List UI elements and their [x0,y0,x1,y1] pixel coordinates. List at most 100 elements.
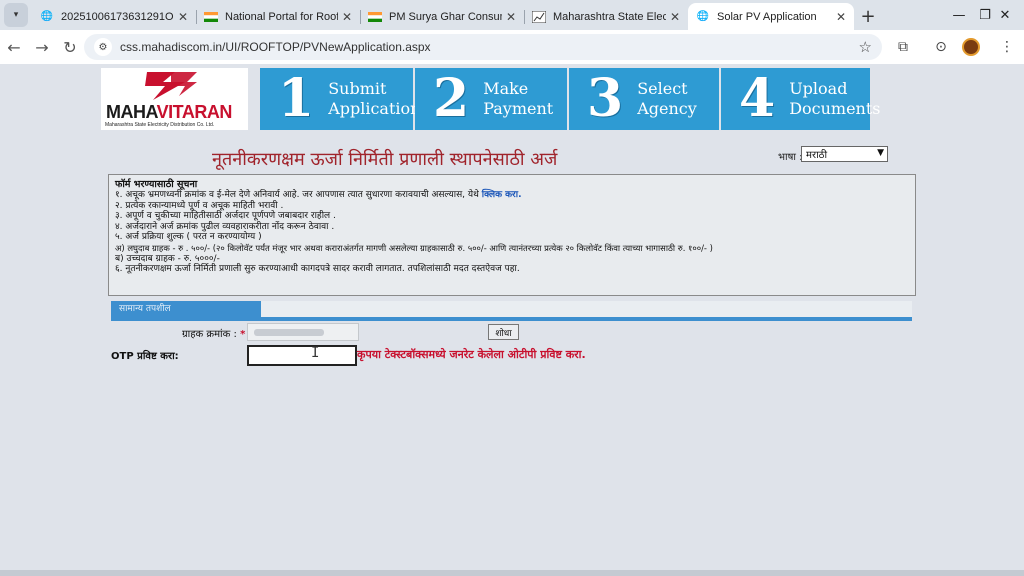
plus-icon: + [860,6,876,27]
reload-icon: ↻ [63,37,77,57]
redacted-value [254,329,324,336]
kebab-menu-icon: ⋮ [1000,39,1014,55]
tab-title: Solar PV Application [717,10,817,23]
globe-icon: 🌐 [696,11,710,22]
consumer-number-label: ग्राहक क्रमांक : * [182,326,245,340]
tab-solar-pv[interactable]: 🌐 Solar PV Application ✕ [688,3,854,30]
india-flag-icon [204,10,218,24]
step-number: 4 [739,68,776,129]
close-icon[interactable]: ✕ [506,10,516,24]
otp-hint-message: कृपया टेक्स्टबॉक्समध्ये जनरेट केलेला ओटी… [357,348,586,361]
text-cursor-icon: I [311,345,320,361]
instructions-box: फॉर्म भरण्यासाठी सूचना १. अचूक भ्रमणध्वन… [108,174,916,296]
required-mark: * [240,329,246,340]
chevron-down-icon: ▾ [13,10,19,20]
step-number: 2 [433,68,470,129]
step-label: Select Agency [637,79,697,119]
avatar [962,38,980,56]
language-select[interactable]: मराठी ▼ [801,146,888,162]
instruction-text: १. अचूक भ्रमणध्वनी क्रमांक व ई-मेल देणे … [115,190,479,200]
camera-icon: ⊙ [935,39,947,55]
tab-search-button[interactable]: ▾ [4,3,28,27]
step-label: Upload Documents [789,79,880,119]
extensions-button[interactable]: ⧉ [890,34,916,60]
logo-text-vitaran: VITARAN [156,102,233,122]
step-label: Submit Application [328,79,420,119]
new-tab-button[interactable]: + [854,3,882,30]
step-label-line2: Payment [483,99,554,118]
tab-pm-surya-ghar[interactable]: PM Surya Ghar Consumer Lo ✕ [360,3,524,30]
step-label-line2: Documents [789,99,881,118]
close-icon[interactable]: ✕ [670,10,680,24]
instruction-line: २. प्रत्येक रकान्यामध्ये पूर्ण व अचूक मा… [115,200,284,211]
globe-icon: 🌐 [40,11,54,22]
tab-title: National Portal for Rooftop [225,10,338,23]
site-info-icon[interactable]: ⚙ [94,38,112,56]
puzzle-icon: ⧉ [898,39,908,55]
consumer-number-input[interactable] [247,323,359,341]
section-header-fill [261,301,912,317]
india-flag-icon [368,10,382,24]
url-text: css.mahadiscom.in/UI/ROOFTOP/PVNewApplic… [120,40,431,54]
tab-title: 20251006173631291O.pdf [61,10,174,23]
step-label: Make Payment [483,79,553,119]
close-icon[interactable]: ✕ [178,10,188,24]
forward-button[interactable]: → [28,33,56,61]
browser-tab-strip: ▾ 🌐 20251006173631291O.pdf ✕ National Po… [0,0,1024,30]
mahavitaran-logo[interactable]: MAHAVITARAN Maharashtra State Electricit… [101,68,248,130]
arrow-right-icon: → [35,37,49,57]
instructions-title: फॉर्म भरण्यासाठी सूचना [115,179,198,190]
tab-msedcl[interactable]: Maharashtra State Electricity ✕ [524,3,688,30]
step-make-payment[interactable]: 2 Make Payment [415,68,567,130]
click-here-link[interactable]: क्लिक करा. [482,190,522,200]
step-select-agency[interactable]: 3 Select Agency [569,68,719,130]
otp-input[interactable] [247,345,357,366]
close-icon[interactable]: ✕ [342,10,352,24]
language-label: भाषा : [778,152,803,163]
section-divider [111,317,912,321]
step-number: 3 [587,68,624,129]
reload-button[interactable]: ↻ [56,33,84,61]
step-label-line2: Agency [637,99,697,118]
lightning-logo-icon [145,72,197,100]
close-icon: ✕ [999,7,1011,23]
chart-icon [532,10,546,24]
instruction-line: १. अचूक भ्रमणध्वनी क्रमांक व ई-मेल देणे … [115,190,909,201]
logo-subtitle: Maharashtra State Electricity Distributi… [105,122,215,128]
back-button[interactable]: ← [0,33,28,61]
instruction-line: ६. नूतनीकरणक्षम ऊर्जा निर्मिती प्रणाली स… [115,264,520,275]
step-number: 1 [278,68,315,129]
step-label-line1: Make [483,79,529,98]
step-label-line2: Application [328,99,421,118]
browser-toolbar: ← → ↻ ⚙ css.mahadiscom.in/UI/ROOFTOP/PVN… [0,30,1024,64]
tab-national-portal[interactable]: National Portal for Rooftop ✕ [196,3,360,30]
logo-wordmark: MAHAVITARAN [106,102,232,123]
menu-button[interactable]: ⋮ [994,34,1020,60]
consumer-number-label-text: ग्राहक क्रमांक : [182,329,237,340]
instruction-line: ब) उच्चदाब ग्राहक - रु. ५०००/- [115,253,220,264]
tab-pdf[interactable]: 🌐 20251006173631291O.pdf ✕ [32,3,196,30]
profile-button[interactable] [958,34,984,60]
step-upload-documents[interactable]: 4 Upload Documents [721,68,881,130]
step-label-line1: Upload [789,79,848,98]
bottom-edge [0,570,1024,576]
search-button[interactable]: शोधा [488,324,519,340]
page-content: MAHAVITARAN Maharashtra State Electricit… [0,64,1024,576]
screen-share-button[interactable]: ⊙ [928,34,954,60]
language-selected-value: मराठी [806,150,828,161]
step-submit-application[interactable]: 1 Submit Application [260,68,420,130]
instruction-line: ३. अपूर्ण व चुकीच्या माहितीसाठी अर्जदार … [115,211,336,222]
instruction-line: ४. अर्जदाराने अर्ज क्रमांक पुढील व्यवहार… [115,221,335,232]
instruction-line: अ) लघुदाब ग्राहक - रु . ५००/- (२० किलोवॅ… [115,242,713,253]
close-window-button[interactable]: ✕ [986,0,1024,30]
section-title: सामान्य तपशील [111,301,261,317]
chevron-down-icon: ▼ [877,148,884,158]
star-icon[interactable]: ☆ [859,38,872,56]
otp-label: OTP प्रविष्ट करा: [111,351,179,362]
address-bar[interactable]: ⚙ css.mahadiscom.in/UI/ROOFTOP/PVNewAppl… [84,34,882,60]
step-label-line1: Submit [328,79,387,98]
close-icon[interactable]: ✕ [836,10,846,24]
page-title: नूतनीकरणक्षम ऊर्जा निर्मिती प्रणाली स्था… [212,149,558,170]
tab-title: PM Surya Ghar Consumer Lo [389,10,502,23]
tab-title: Maharashtra State Electricity [553,10,666,23]
